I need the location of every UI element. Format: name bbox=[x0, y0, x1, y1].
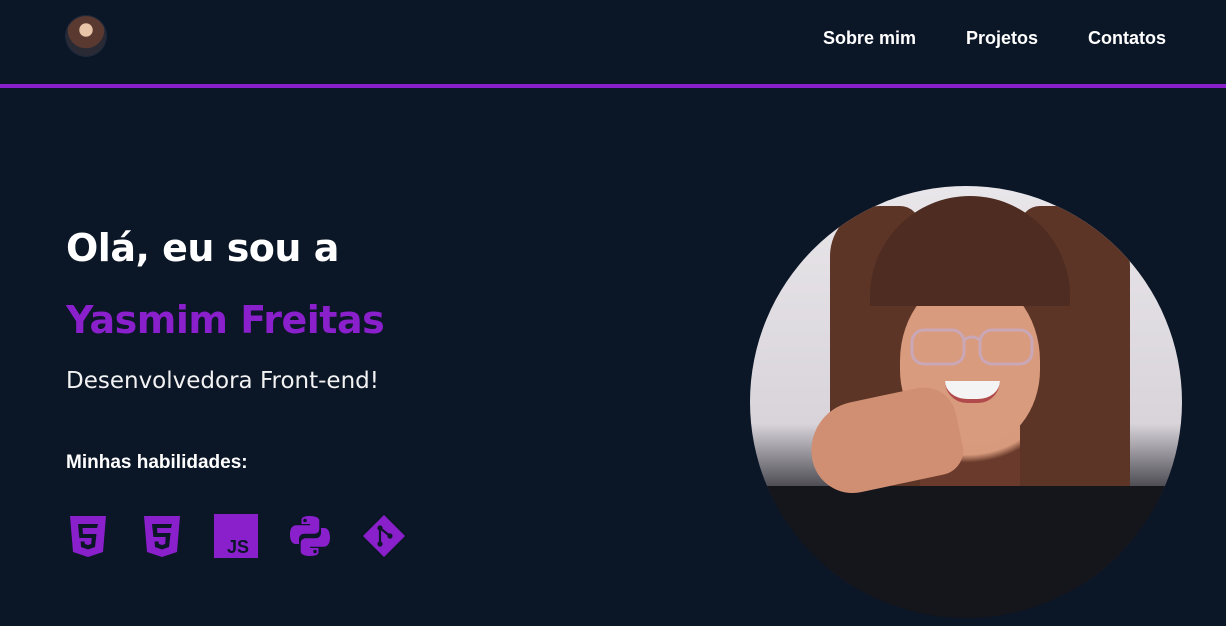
nav-link-projetos[interactable]: Projetos bbox=[966, 28, 1038, 49]
main-nav: Sobre mim Projetos Contatos bbox=[823, 28, 1166, 49]
hero-greeting: Olá, eu sou a bbox=[66, 226, 339, 270]
skills-list: JS bbox=[66, 514, 406, 558]
avatar-logo[interactable] bbox=[66, 16, 106, 56]
portrait-shirt bbox=[750, 486, 1182, 618]
hero-role: Desenvolvedora Front-end! bbox=[66, 368, 379, 394]
profile-photo bbox=[750, 186, 1182, 618]
html5-icon bbox=[66, 514, 110, 558]
portrait-glasses bbox=[910, 328, 1034, 366]
nav-link-contatos[interactable]: Contatos bbox=[1088, 28, 1166, 49]
portrait-hand bbox=[802, 381, 968, 501]
javascript-icon: JS bbox=[214, 514, 258, 558]
python-icon bbox=[288, 514, 332, 558]
css3-icon bbox=[140, 514, 184, 558]
git-icon bbox=[362, 514, 406, 558]
nav-link-sobre-mim[interactable]: Sobre mim bbox=[823, 28, 916, 49]
hero-name: Yasmim Freitas bbox=[66, 298, 385, 342]
javascript-icon-label: JS bbox=[227, 537, 249, 557]
site-header: Sobre mim Projetos Contatos bbox=[0, 0, 1226, 88]
skills-title: Minhas habilidades: bbox=[66, 452, 248, 473]
